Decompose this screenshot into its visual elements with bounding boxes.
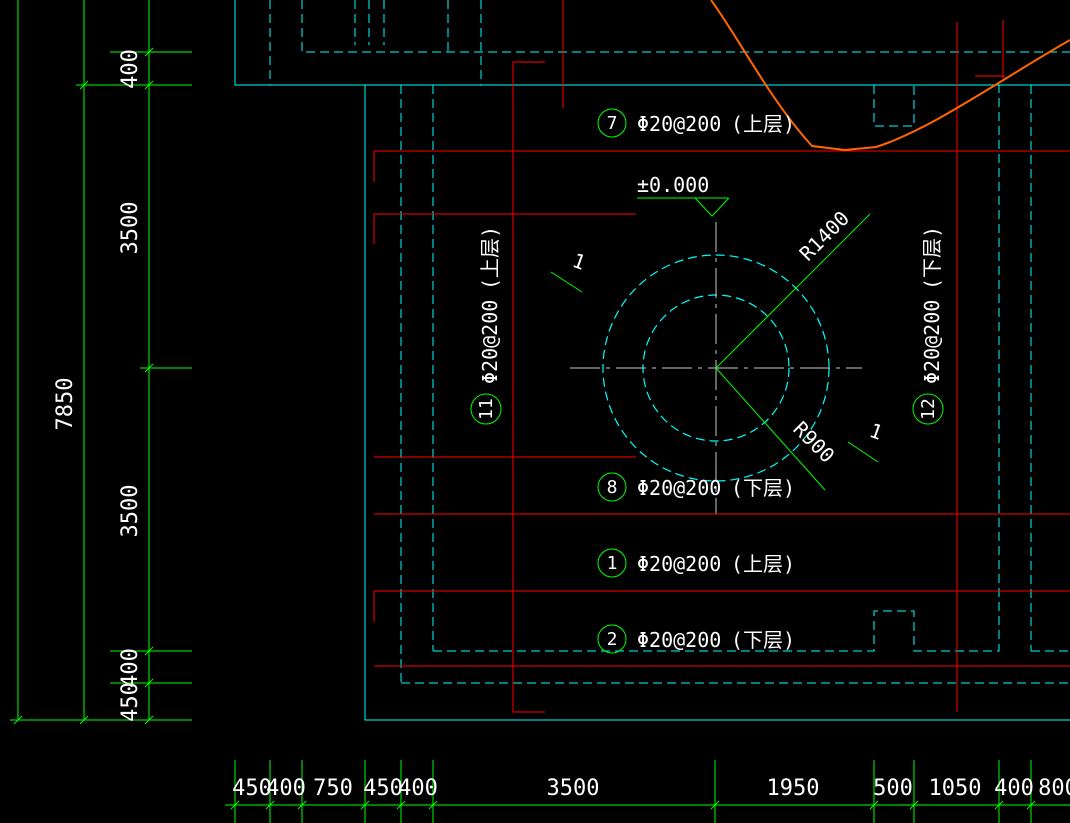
rebar-2-layer: (下层)	[731, 628, 795, 652]
rebar-2-id: 2	[607, 629, 618, 650]
rebar-8-layer: (下层)	[731, 476, 795, 500]
dim-v-400-bottom: 400	[118, 648, 143, 688]
rebar-11-spec: Φ20@200	[478, 300, 502, 384]
rebar-7-id: 7	[607, 113, 618, 134]
dim-h-1950: 1950	[767, 776, 820, 801]
section-mark-left-text: 1	[569, 248, 589, 275]
rebar-8-spec: Φ20@200	[637, 476, 721, 500]
section-mark-right-text: 1	[866, 418, 886, 445]
rebar-7-layer: (上层)	[731, 112, 795, 136]
rebar-7-spec: Φ20@200	[637, 112, 721, 136]
rebar-callout-7: 7 Φ20@200 (上层)	[597, 108, 795, 138]
dim-v-3500-lower: 3500	[118, 485, 143, 538]
section-mark-left: 1	[550, 248, 589, 293]
dim-h-450-b: 450	[363, 776, 403, 801]
dim-v-450-bottom: 450	[118, 682, 143, 722]
dim-h-800: 800	[1038, 776, 1070, 801]
rebar-callout-1: 1 Φ20@200 (上层)	[597, 548, 795, 578]
rebar-11-layer: (上层)	[478, 226, 502, 290]
dim-h-400-c: 400	[994, 776, 1034, 801]
dim-h-1050: 1050	[929, 776, 982, 801]
rebar-12-spec: Φ20@200	[920, 300, 944, 384]
elevation-text: ±0.000	[637, 173, 709, 197]
dim-h-3500: 3500	[547, 776, 600, 801]
section-mark-right: 1	[847, 418, 886, 463]
concrete-hidden-lines	[269, 0, 1070, 684]
rebar-1-spec: Φ20@200	[637, 552, 721, 576]
dim-h-750: 750	[313, 776, 353, 801]
rebar-1-layer: (上层)	[731, 552, 795, 576]
radius-outer-label: R1400	[795, 206, 855, 266]
dim-h-400-a: 400	[266, 776, 306, 801]
radius-inner-label: R900	[788, 417, 839, 468]
radius-leaders	[715, 213, 871, 491]
rebar-callout-8: 8 Φ20@200 (下层)	[597, 472, 795, 502]
rebar-12-id: 12	[918, 398, 939, 420]
rebar-callout-11: 11 Φ20@200 (上层)	[470, 226, 502, 425]
rebar-callout-12: 12 Φ20@200 (下层)	[912, 226, 944, 425]
dim-v-3500-upper: 3500	[118, 202, 143, 255]
rebar-11-id: 11	[476, 398, 497, 420]
dim-v-400-top: 400	[118, 49, 143, 89]
rebar-12-layer: (下层)	[920, 226, 944, 290]
dim-h-500: 500	[873, 776, 913, 801]
cad-drawing-canvas: 7850 400 3500 3500 400 450 450 400 750 4…	[10, 0, 1070, 823]
dim-total-height: 7850	[53, 378, 78, 431]
dim-h-400-b: 400	[398, 776, 438, 801]
elevation-mark: ±0.000	[637, 173, 730, 217]
concrete-outline	[234, 0, 1070, 721]
vertical-dimension-chain	[10, 0, 192, 725]
rebar-8-id: 8	[607, 477, 618, 498]
horizontal-dimension-texts: 450 400 750 450 400 3500 1950 500 1050 4…	[232, 776, 1070, 801]
rebar-2-spec: Φ20@200	[637, 628, 721, 652]
vertical-dimension-texts: 7850 400 3500 3500 400 450	[53, 49, 143, 722]
rebar-callout-2: 2 Φ20@200 (下层)	[597, 624, 795, 654]
rebar-1-id: 1	[607, 553, 618, 574]
